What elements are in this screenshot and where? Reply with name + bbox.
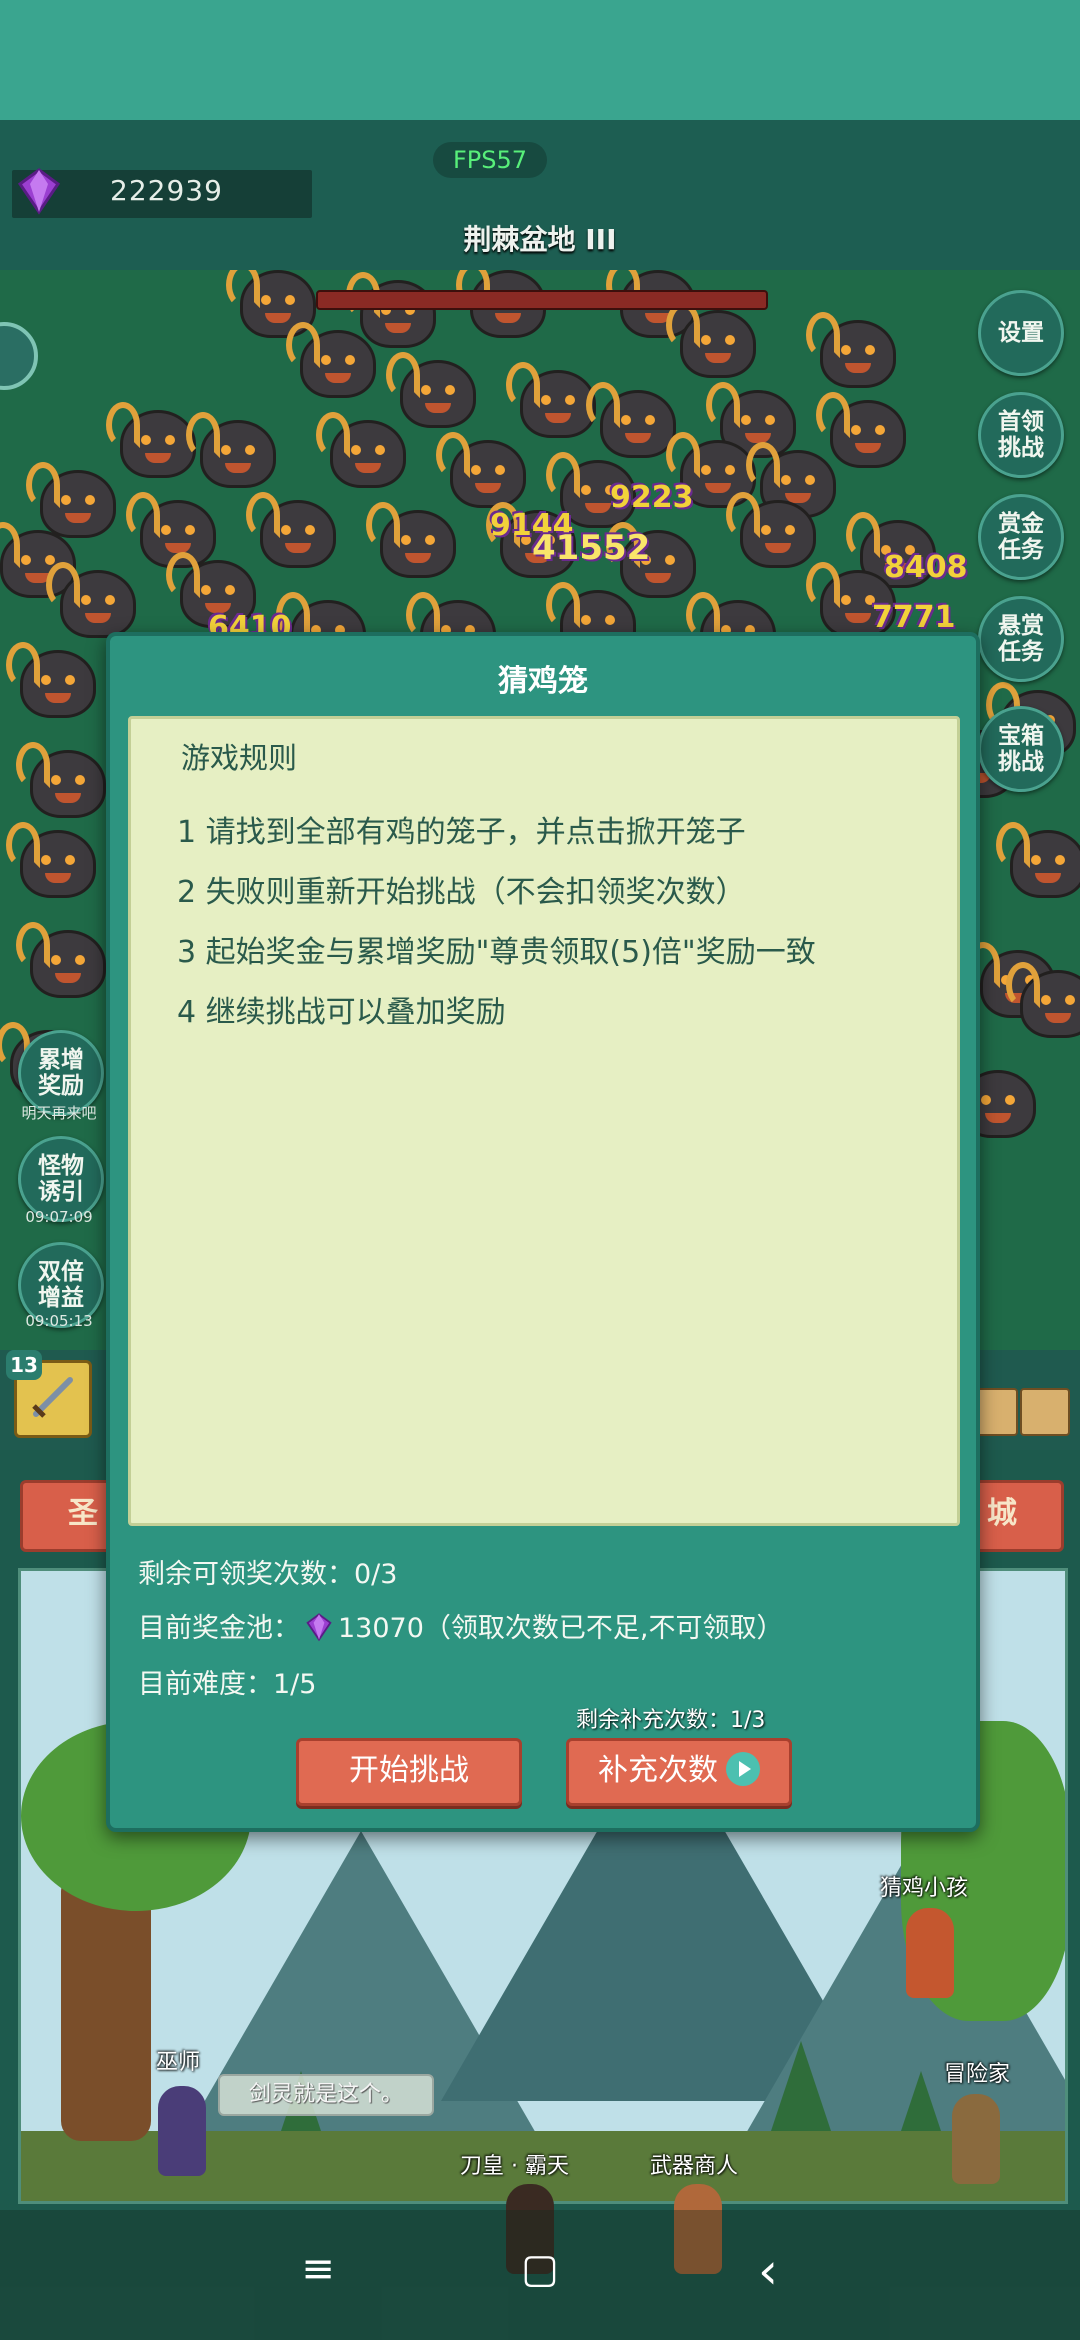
- monster-claw: [666, 432, 700, 478]
- monster-claw: [6, 642, 40, 688]
- settings-label: 设置: [998, 320, 1044, 346]
- bounty-task-button[interactable]: 赏金任务: [978, 494, 1064, 580]
- back-icon[interactable]: ‹: [728, 2242, 808, 2300]
- damage-number: 9223: [610, 480, 694, 515]
- monster-claw: [706, 382, 740, 428]
- cumulative-reward-status: 明天再来吧: [21, 1104, 97, 1122]
- big-tree-trunk: [61, 1871, 151, 2141]
- monster-claw: [846, 512, 880, 558]
- monster-claw: [996, 822, 1030, 868]
- monster-claw: [226, 270, 260, 308]
- boss-health-bar: [316, 290, 768, 310]
- reward-task-button[interactable]: 悬赏任务: [978, 596, 1064, 682]
- monster-claw: [436, 432, 470, 478]
- chest-challenge-label: 宝箱挑战: [998, 723, 1044, 775]
- monster-claw: [726, 492, 760, 538]
- refill-remaining: 剩余补充次数：1/3: [576, 1708, 766, 1733]
- prize-pool-value: 13070（领取次数已不足,不可领取）: [338, 1613, 784, 1644]
- rules-heading: 游戏规则: [181, 741, 298, 775]
- npc-chicken-kid[interactable]: [906, 1908, 954, 1998]
- npc-label-blade-emperor: 刀皇 · 霸天: [460, 2154, 569, 2179]
- reward-task-label: 悬赏任务: [998, 613, 1044, 665]
- npc-label-chicken-kid: 猜鸡小孩: [880, 1876, 969, 1901]
- remaining-claims: 剩余可领奖次数：0/3: [138, 1559, 398, 1590]
- rules-panel: 游戏规则 1 请找到全部有鸡的笼子，并点击掀开笼子 2 失败则重新开始挑战（不会…: [128, 716, 960, 1526]
- stage-name: 荆棘盆地 III: [463, 223, 617, 256]
- double-buff-timer: 09:05:13: [25, 1312, 93, 1330]
- gem-icon: [17, 168, 61, 215]
- monster-claw: [316, 412, 350, 458]
- weapon-level-badge: 13: [6, 1350, 42, 1380]
- monster-claw: [246, 492, 280, 538]
- item-slot[interactable]: [1020, 1388, 1070, 1436]
- rule-item: 4 继续挑战可以叠加奖励: [177, 995, 506, 1030]
- chest-challenge-button[interactable]: 宝箱挑战: [978, 706, 1064, 792]
- chicken-cage-dialog: 猜鸡笼 游戏规则 1 请找到全部有鸡的笼子，并点击掀开笼子 2 失败则重新开始挑…: [106, 632, 980, 1832]
- monster-claw: [386, 352, 420, 398]
- monster-claw: [26, 462, 60, 508]
- monster-claw: [546, 452, 580, 498]
- monster-lure-label: 怪物诱引: [38, 1153, 84, 1205]
- monster-claw: [106, 402, 140, 448]
- npc-label-weapon-merchant: 武器商人: [650, 2154, 739, 2179]
- cumulative-reward-label: 累增奖励: [38, 1047, 84, 1099]
- monster-claw: [816, 392, 850, 438]
- npc-label-wizard: 巫师: [156, 2050, 201, 2075]
- home-icon[interactable]: ▢: [500, 2246, 580, 2292]
- damage-number: 8408: [884, 550, 968, 585]
- double-buff-label: 双倍增益: [38, 1259, 84, 1311]
- monster-claw: [806, 562, 840, 608]
- refill-button-label: 补充次数: [598, 1753, 718, 1788]
- boss-challenge-label: 首领挑战: [998, 409, 1044, 461]
- rule-item: 2 失败则重新开始挑战（不会扣领奖次数）: [177, 875, 746, 910]
- prize-pool-label: 目前奖金池：: [138, 1613, 300, 1644]
- gem-count: 222939: [110, 174, 223, 207]
- damage-number: 7771: [872, 600, 956, 635]
- monster-claw: [6, 822, 40, 868]
- monster-claw: [46, 562, 80, 608]
- monster-claw: [366, 502, 400, 548]
- prize-pool: 目前奖金池： 13070（领取次数已不足,不可领取）: [138, 1606, 783, 1645]
- monster-claw: [166, 552, 200, 598]
- bounty-task-label: 赏金任务: [998, 511, 1044, 563]
- monster-claw: [16, 742, 50, 788]
- monster-claw: [546, 582, 580, 628]
- monster-claw: [126, 492, 160, 538]
- fps-indicator: FPS57: [433, 142, 547, 178]
- monster-claw: [806, 312, 840, 358]
- dialog-title: 猜鸡笼: [498, 664, 588, 699]
- monster-claw: [16, 922, 50, 968]
- monster-claw: [186, 412, 220, 458]
- monster-claw: [1006, 962, 1040, 1008]
- settings-button[interactable]: 设置: [978, 290, 1064, 376]
- rule-item: 1 请找到全部有鸡的笼子，并点击掀开笼子: [177, 815, 746, 850]
- npc-label-adventurer: 冒险家: [944, 2062, 1011, 2087]
- monster-claw: [0, 522, 20, 568]
- damage-number: 41552: [532, 528, 651, 568]
- boss-challenge-button[interactable]: 首领挑战: [978, 392, 1064, 478]
- monster-claw: [286, 322, 320, 368]
- npc-adventurer[interactable]: [952, 2094, 1000, 2184]
- start-challenge-button[interactable]: 开始挑战: [296, 1738, 522, 1806]
- difficulty: 目前难度：1/5: [138, 1669, 317, 1700]
- status-bar: [0, 0, 1080, 120]
- gem-icon: [306, 1613, 332, 1642]
- monster-claw: [586, 382, 620, 428]
- menu-icon[interactable]: ≡: [278, 2246, 358, 2292]
- rule-item: 3 起始奖金与累增奖励"尊贵领取(5)倍"奖励一致: [177, 935, 816, 970]
- npc-speech-bubble: 剑灵就是这个。: [218, 2074, 434, 2116]
- play-icon: [726, 1752, 760, 1786]
- refill-button[interactable]: 补充次数: [566, 1738, 792, 1806]
- monster-claw: [746, 442, 780, 488]
- monster-lure-timer: 09:07:09: [25, 1208, 93, 1226]
- monster-claw: [506, 362, 540, 408]
- npc-wizard[interactable]: [158, 2086, 206, 2176]
